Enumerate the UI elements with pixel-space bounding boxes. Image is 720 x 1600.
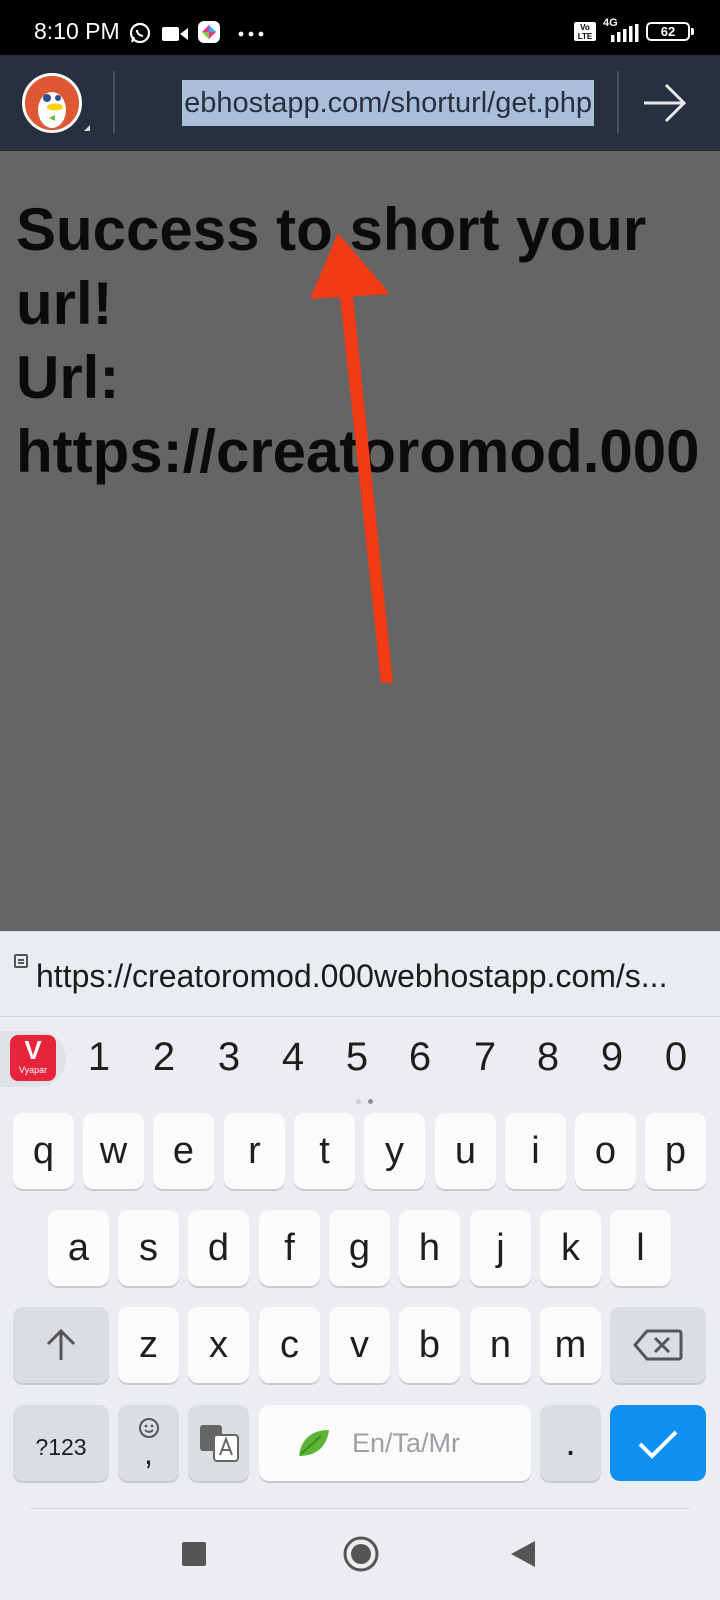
symbols-label: ?123 xyxy=(35,1434,87,1460)
space-label: En/Ta/Mr xyxy=(352,1428,461,1458)
enter-key[interactable] xyxy=(610,1405,706,1481)
more-dots-icon xyxy=(238,31,264,37)
battery-indicator: 62 xyxy=(646,21,694,41)
key-n[interactable]: n xyxy=(470,1307,531,1383)
key-g[interactable]: g xyxy=(329,1210,390,1286)
duckduckgo-icon[interactable] xyxy=(22,73,82,133)
url-text[interactable]: ebhostapp.com/shorturl/get.php xyxy=(182,80,594,126)
web-page: Success to short your url! Url: https://… xyxy=(0,151,720,931)
key-s[interactable]: s xyxy=(118,1210,179,1286)
comma-label: , xyxy=(144,1435,153,1471)
status-bar: 8:10 PM Vo LTE 4G 62 xyxy=(0,0,720,55)
key-i[interactable]: i xyxy=(505,1113,566,1189)
backspace-icon xyxy=(633,1329,683,1361)
checkmark-icon xyxy=(638,1430,678,1459)
key-9[interactable]: 9 xyxy=(592,1035,632,1080)
shift-arrow-icon xyxy=(46,1328,76,1360)
home-circle-icon[interactable] xyxy=(342,1535,380,1573)
key-y[interactable]: y xyxy=(364,1113,425,1189)
recents-square-icon[interactable] xyxy=(181,1541,207,1567)
key-k[interactable]: k xyxy=(540,1210,601,1286)
key-m[interactable]: m xyxy=(540,1307,601,1383)
clipboard-suggestion[interactable]: https://creatoromod.000webhostapp.com/s.… xyxy=(0,931,720,1017)
signal-icon: 4G xyxy=(603,17,639,42)
vyapar-app-shortcut[interactable]: V Vyapar xyxy=(0,1031,66,1087)
key-l[interactable]: l xyxy=(610,1210,671,1286)
key-d[interactable]: d xyxy=(188,1210,249,1286)
shift-key[interactable] xyxy=(13,1307,109,1383)
arrow-right-icon[interactable] xyxy=(640,81,690,125)
keyboard: V Vyapar 1 2 3 4 5 6 7 8 9 0 q w e r t y… xyxy=(0,1017,720,1508)
back-triangle-icon[interactable] xyxy=(509,1539,537,1569)
menu-caret-icon[interactable] xyxy=(84,125,90,131)
divider xyxy=(617,71,619,133)
vyapar-icon: V Vyapar xyxy=(10,1035,56,1081)
translate-key[interactable] xyxy=(188,1405,249,1481)
key-7[interactable]: 7 xyxy=(465,1035,505,1080)
address-bar[interactable]: ebhostapp.com/shorturl/get.php xyxy=(132,80,594,126)
key-q[interactable]: q xyxy=(13,1113,74,1189)
key-o[interactable]: o xyxy=(575,1113,636,1189)
key-x[interactable]: x xyxy=(188,1307,249,1383)
navigation-bar xyxy=(0,1508,720,1600)
annotation-arrow-icon xyxy=(310,233,393,683)
key-h[interactable]: h xyxy=(399,1210,460,1286)
video-camera-icon xyxy=(162,27,188,41)
clipboard-icon xyxy=(14,954,28,968)
key-0[interactable]: 0 xyxy=(656,1035,696,1080)
leaf-icon xyxy=(299,1430,329,1456)
backspace-key[interactable] xyxy=(610,1307,706,1383)
key-a[interactable]: a xyxy=(48,1210,109,1286)
translate-icon xyxy=(199,1425,239,1462)
symbols-key[interactable]: ?123 xyxy=(13,1405,109,1481)
page-indicator xyxy=(356,1091,380,1104)
key-6[interactable]: 6 xyxy=(400,1035,440,1080)
key-v[interactable]: v xyxy=(329,1307,390,1383)
status-time: 8:10 PM xyxy=(34,18,120,44)
app-icon xyxy=(198,21,220,43)
key-w[interactable]: w xyxy=(83,1113,144,1189)
divider xyxy=(30,1508,690,1509)
key-8[interactable]: 8 xyxy=(528,1035,568,1080)
key-j[interactable]: j xyxy=(470,1210,531,1286)
divider xyxy=(113,71,115,133)
volte-badge: Vo LTE xyxy=(574,21,596,41)
emoji-comma-key[interactable]: , xyxy=(118,1405,179,1481)
whatsapp-icon xyxy=(129,22,151,44)
key-z[interactable]: z xyxy=(118,1307,179,1383)
key-2[interactable]: 2 xyxy=(144,1035,184,1080)
space-bar[interactable]: En/Ta/Mr xyxy=(259,1405,531,1481)
key-r[interactable]: r xyxy=(224,1113,285,1189)
key-u[interactable]: u xyxy=(435,1113,496,1189)
key-t[interactable]: t xyxy=(294,1113,355,1189)
vyapar-label: Vyapar xyxy=(18,1065,48,1075)
key-5[interactable]: 5 xyxy=(337,1035,377,1080)
browser-toolbar: ebhostapp.com/shorturl/get.php xyxy=(0,55,720,151)
key-b[interactable]: b xyxy=(399,1307,460,1383)
key-3[interactable]: 3 xyxy=(209,1035,249,1080)
key-e[interactable]: e xyxy=(153,1113,214,1189)
key-c[interactable]: c xyxy=(259,1307,320,1383)
key-p[interactable]: p xyxy=(645,1113,706,1189)
period-key[interactable]: . xyxy=(540,1405,601,1481)
key-1[interactable]: 1 xyxy=(79,1035,119,1080)
suggestion-text[interactable]: https://creatoromod.000webhostapp.com/s.… xyxy=(36,958,712,995)
number-row: V Vyapar 1 2 3 4 5 6 7 8 9 0 xyxy=(0,1017,720,1104)
key-f[interactable]: f xyxy=(259,1210,320,1286)
key-4[interactable]: 4 xyxy=(273,1035,313,1080)
